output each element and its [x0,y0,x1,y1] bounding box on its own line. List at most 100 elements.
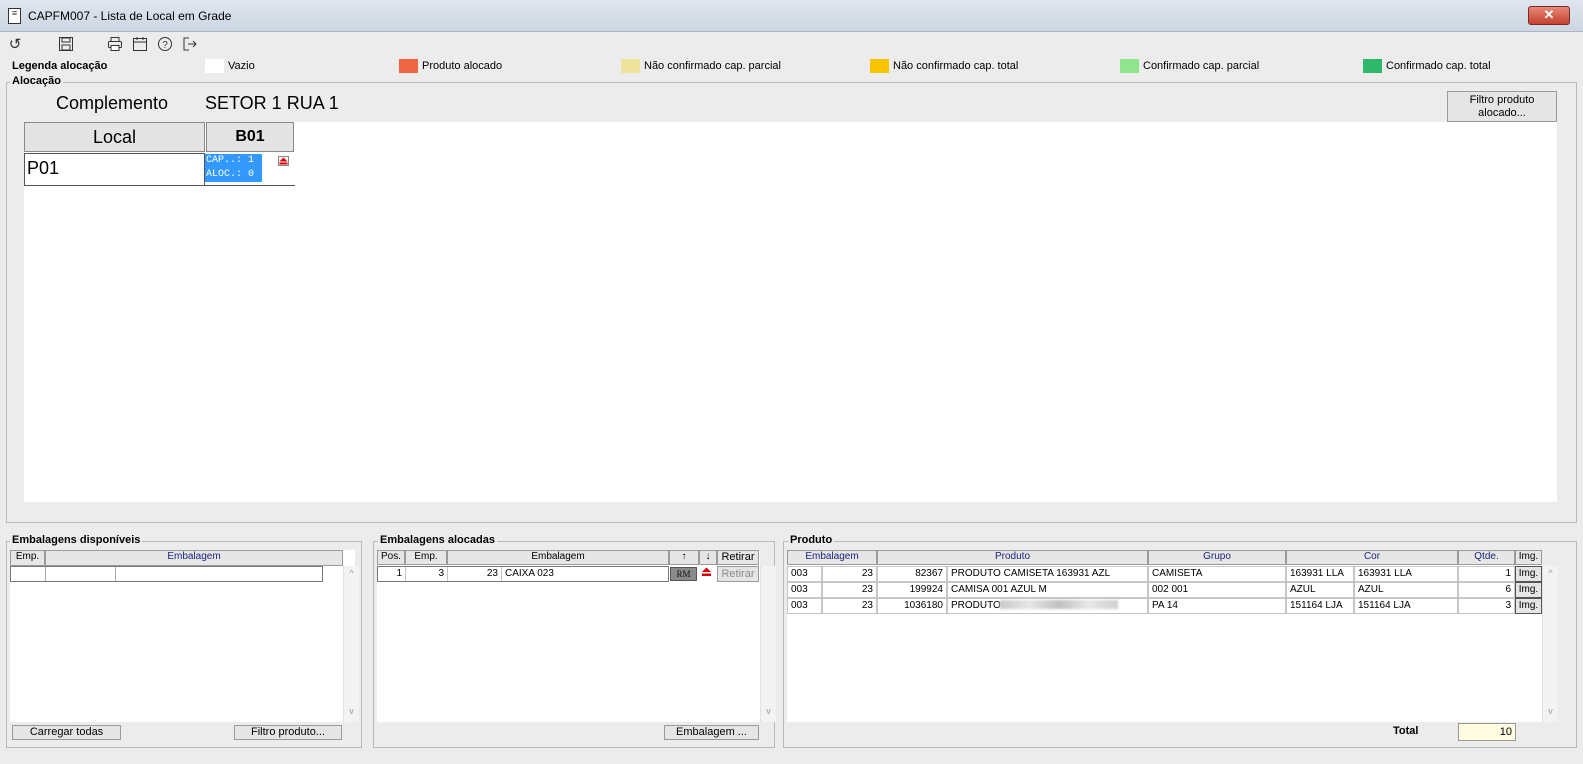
header-cor[interactable]: Cor [1286,550,1458,565]
cell-divider [205,185,295,186]
alocadas-label: Embalagens alocadas [378,534,497,546]
retirar-button[interactable]: Retirar [717,566,759,582]
qtde-cell: 3 [1458,598,1515,614]
filtro-produto-button[interactable]: Filtro produto... [234,725,342,740]
header-embalagem[interactable]: Embalagem [447,550,669,565]
pos-cell: 1 [378,567,406,581]
header-emp[interactable]: Emp. [405,550,447,565]
move-up-button[interactable]: ↑ [669,550,699,565]
scroll-down-icon[interactable]: v [1543,706,1558,716]
move-down-button[interactable]: ↓ [699,550,717,565]
disponiveis-empty-row[interactable] [10,566,323,582]
embalagem-num-cell: 23 [448,567,502,581]
header-embalagem[interactable]: Embalagem [787,550,877,565]
cell-p01-b01[interactable]: CAP..: 1 ALOC.: 0 [205,154,262,182]
alocadas-scrollbar[interactable]: v [760,566,776,722]
header-qtde[interactable]: Qtde. [1458,550,1515,565]
produto-code-cell: 1036180 [877,598,947,614]
scroll-down-icon[interactable]: v [344,706,359,716]
eject-icon[interactable] [278,156,289,166]
scroll-up-icon[interactable]: ^ [344,568,359,578]
disponiveis-label: Embalagens disponíveis [10,534,143,546]
cor-code-cell: 163931 LLA [1286,566,1354,582]
grupo-cell: PA 14 [1148,598,1286,614]
document-icon: ≡ [8,8,21,24]
grupo-cell: CAMISETA [1148,566,1286,582]
embalagem-code-cell: 003 [787,582,822,598]
total-label: Total [1393,725,1419,737]
produto-code-cell: 82367 [877,566,947,582]
produto-desc-cell: CAMISA 001 AZUL M [947,582,1148,598]
exit-icon[interactable] [181,36,199,54]
legend-label-confirmado-parcial: Confirmado cap. parcial [1143,60,1260,72]
cor-desc-cell: 163931 LLA [1354,566,1458,582]
toolbar: ↺ ? [0,32,1583,58]
header-emp[interactable]: Emp. [10,550,45,566]
legend-swatch-nao-confirmado-total [870,59,889,73]
cor-desc-cell: 151164 LJA [1354,598,1458,614]
cell-aloc-text: ALOC.: 0 [206,169,255,180]
embalagem-num-cell: 23 [822,582,877,598]
title-bar: ≡ CAPFM007 - Lista de Local em Grade ✕ [0,0,1583,32]
filtro-produto-alocado-button[interactable]: Filtro produto alocado... [1447,91,1557,122]
redacted-text [1000,600,1118,609]
disponiveis-scrollbar[interactable]: ^ v [343,566,359,722]
cor-desc-cell: AZUL [1354,582,1458,598]
legend-label-confirmado-total: Confirmado cap. total [1386,60,1491,72]
legend-swatch-nao-confirmado-parcial [621,59,640,73]
legend-swatch-produto-alocado [399,59,418,73]
cell-cap-text: CAP..: 1 [206,155,255,166]
total-value: 10 [1458,723,1516,741]
column-header-b01[interactable]: B01 [206,122,294,152]
rm-button[interactable]: RM [670,567,697,581]
cor-code-cell: 151164 LJA [1286,598,1354,614]
header-pos[interactable]: Pos. [377,550,405,565]
print-icon[interactable] [106,36,124,54]
header-embalagem[interactable]: Embalagem [45,550,343,566]
help-icon[interactable]: ? [156,36,174,54]
qtde-cell: 6 [1458,582,1515,598]
legend-label-vazio: Vazio [228,60,255,72]
qtde-cell: 1 [1458,566,1515,582]
embalagem-code-cell: 003 [787,566,822,582]
img-button[interactable]: Img. [1515,566,1542,582]
legend-swatch-confirmado-parcial [1120,59,1139,73]
produto-label: Produto [788,534,835,546]
legend-label-produto-alocado: Produto alocado [422,60,503,72]
embalagem-num-cell: 23 [822,566,877,582]
legend-swatch-vazio [205,59,224,73]
produto-scrollbar[interactable]: ^ v [1542,566,1558,722]
img-button[interactable]: Img. [1515,598,1542,614]
embalagem-code-cell: 003 [787,598,822,614]
legend-label-nao-confirmado-total: Não confirmado cap. total [893,60,1019,72]
retirar-header-button[interactable]: Retirar [717,550,759,565]
scroll-up-icon[interactable]: ^ [1543,568,1558,578]
scroll-down-icon[interactable]: v [761,706,776,716]
legend-swatch-confirmado-total [1363,59,1382,73]
window-title: CAPFM007 - Lista de Local em Grade [28,9,232,23]
legend-title: Legenda alocação [12,60,108,72]
alocadas-row[interactable]: 1 3 23 CAIXA 023 [377,566,669,582]
calendar-icon[interactable] [131,36,149,54]
row-label-p01[interactable]: P01 [24,153,205,186]
local-header: Local [24,122,205,152]
close-button[interactable]: ✕ [1528,6,1570,25]
legend-bar: Legenda alocação Vazio Produto alocado N… [0,58,1583,76]
embalagem-button[interactable]: Embalagem ... [664,725,759,740]
emp-cell: 3 [406,567,448,581]
header-img: Img. [1515,550,1542,565]
cor-code-cell: AZUL [1286,582,1354,598]
embalagem-num-cell: 23 [822,598,877,614]
complemento-label: Complemento [56,93,169,113]
refresh-icon[interactable]: ↺ [6,36,24,54]
alocacao-label: Alocação [10,75,63,87]
save-icon[interactable] [57,36,75,54]
produto-code-cell: 199924 [877,582,947,598]
img-button[interactable]: Img. [1515,582,1542,598]
produto-desc-cell: PRODUTO CAMISETA 163931 AZL [947,566,1148,582]
header-produto[interactable]: Produto [877,550,1148,565]
carregar-todas-button[interactable]: Carregar todas [12,725,121,740]
eject-icon[interactable] [701,567,713,578]
embalagem-desc-cell: CAIXA 023 [502,567,668,581]
header-grupo[interactable]: Grupo [1148,550,1286,565]
